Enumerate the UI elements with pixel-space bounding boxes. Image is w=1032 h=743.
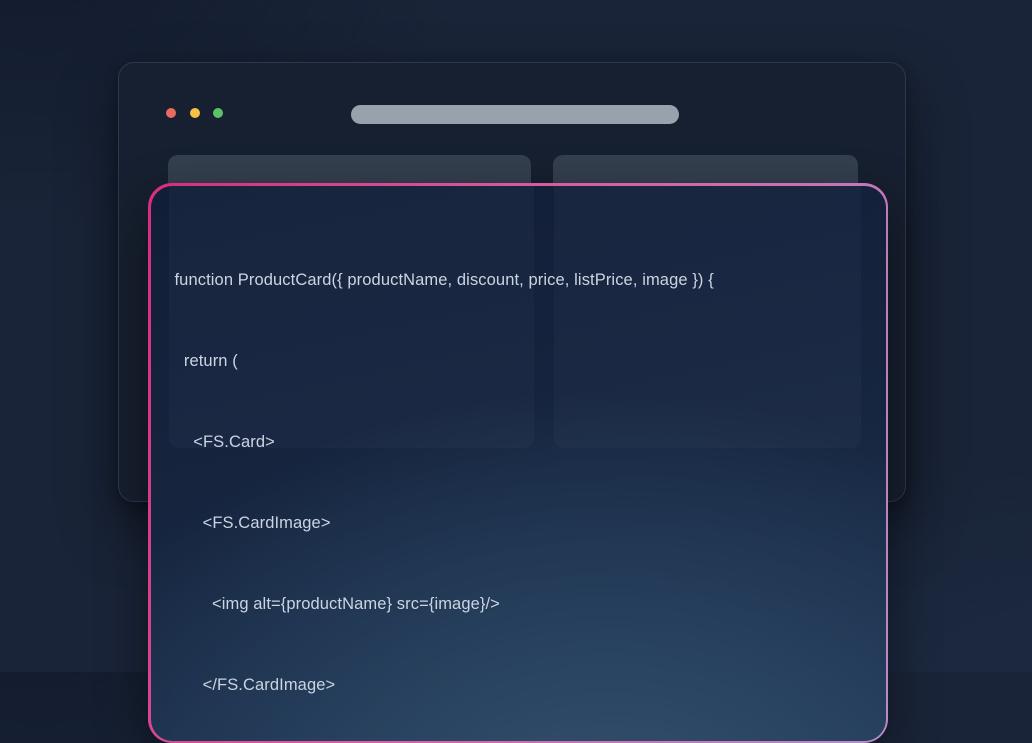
code-block: function ProductCard({ productName, disc… [151, 186, 886, 741]
window-minimize-button[interactable] [190, 108, 200, 118]
code-line: return ( [175, 348, 870, 375]
code-line: <FS.CardImage> [175, 510, 870, 537]
url-bar[interactable] [351, 105, 679, 124]
code-line: <img alt={productName} src={image}/> [175, 591, 870, 618]
code-line: <FS.Card> [175, 429, 870, 456]
code-line: </FS.CardImage> [175, 672, 870, 699]
code-panel: function ProductCard({ productName, disc… [151, 186, 886, 741]
code-panel-frame: function ProductCard({ productName, disc… [148, 183, 888, 743]
window-zoom-button[interactable] [213, 108, 223, 118]
window-controls [166, 108, 223, 118]
window-close-button[interactable] [166, 108, 176, 118]
code-line: function ProductCard({ productName, disc… [175, 267, 870, 294]
